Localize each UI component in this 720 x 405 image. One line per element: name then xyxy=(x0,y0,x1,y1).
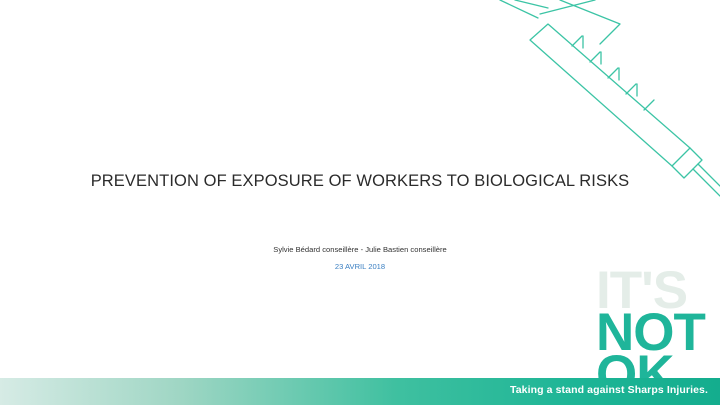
slide-title: PREVENTION OF EXPOSURE OF WORKERS TO BIO… xyxy=(90,172,630,190)
slide-authors: Sylvie Bédard conseillère - Julie Bastie… xyxy=(273,245,447,254)
slide: PREVENTION OF EXPOSURE OF WORKERS TO BIO… xyxy=(0,0,720,405)
logo-tagline: Taking a stand against Sharps Injuries. xyxy=(509,384,708,396)
